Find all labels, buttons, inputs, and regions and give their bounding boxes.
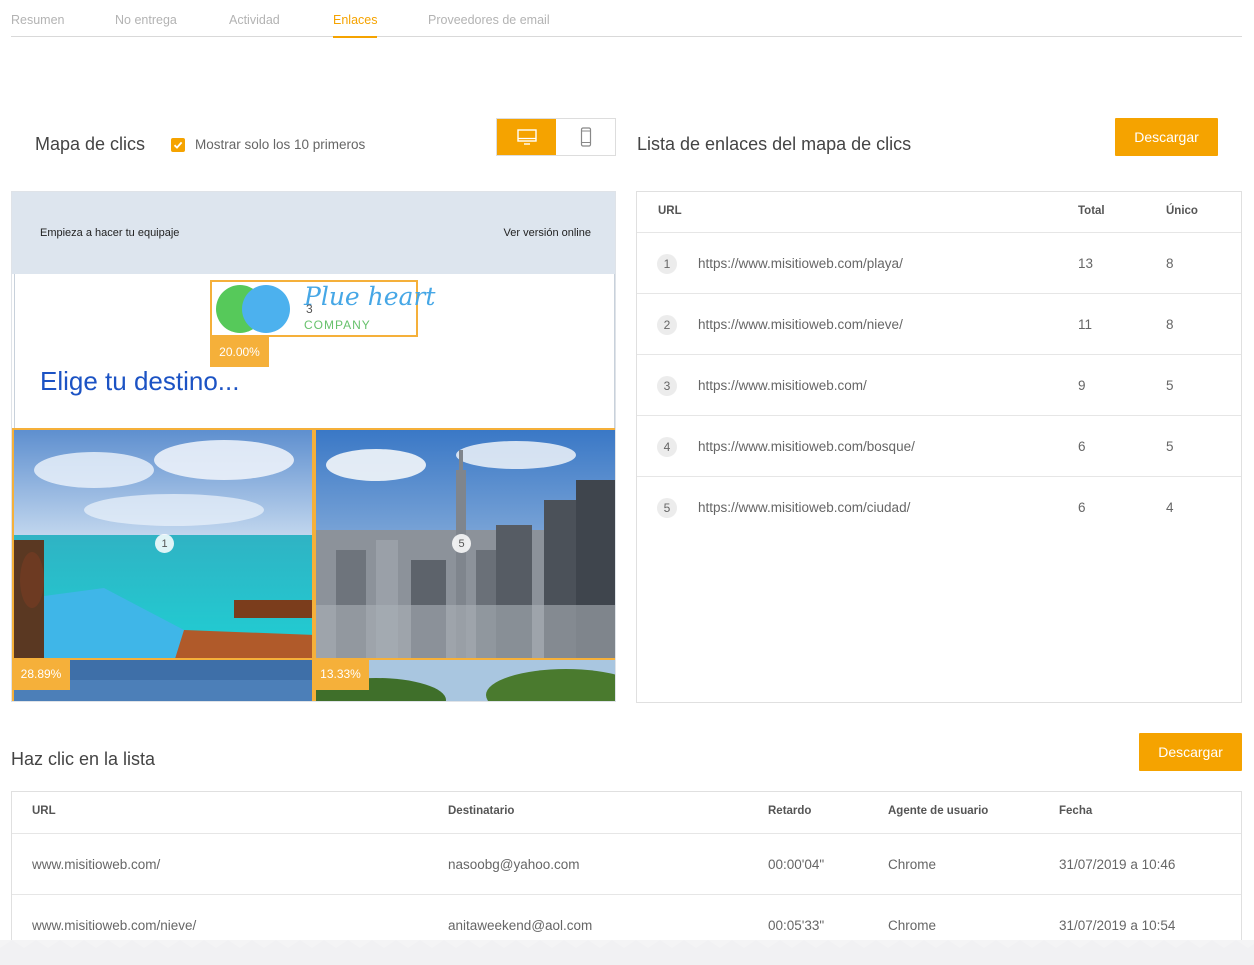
link-list-table: URL Total Único 1 https://www.misitioweb… (636, 191, 1242, 703)
view-online-link[interactable]: Ver versión online (504, 227, 591, 239)
city-link-marker: 5 (452, 534, 471, 553)
table-row[interactable]: www.misitioweb.com/ nasoobg@yahoo.com 00… (12, 833, 1241, 894)
logo-click-zone[interactable]: Plue heart COMPANY 3 (210, 280, 435, 337)
torn-edge-divider (0, 940, 1254, 965)
logo-link-marker: 3 (306, 302, 313, 316)
link-list-title: Lista de enlaces del mapa de clics (637, 134, 912, 154)
device-toggle (496, 118, 616, 156)
beach-image-zone[interactable]: 1 (12, 428, 314, 660)
tab-resumen[interactable]: Resumen (11, 13, 65, 27)
row-user-agent: Chrome (888, 857, 937, 872)
row-unique: 4 (1166, 500, 1174, 515)
col-header-recipient: Destinatario (448, 805, 515, 817)
row-url[interactable]: www.misitioweb.com/ (32, 857, 160, 872)
row-index: 5 (657, 498, 677, 518)
click-list-table: URL Destinatario Retardo Agente de usuar… (11, 791, 1242, 951)
col-header-total: Total (1078, 205, 1105, 217)
row-recipient: nasoobg@yahoo.com (448, 857, 580, 872)
col-header-unique: Único (1166, 205, 1198, 217)
table-row[interactable]: 3 https://www.misitioweb.com/ 9 5 (637, 354, 1241, 415)
row-unique: 5 (1166, 439, 1174, 454)
top10-checkbox-label: Mostrar solo los 10 primeros (195, 137, 366, 152)
click-list-title: Haz clic en la lista (11, 749, 156, 769)
row-date: 31/07/2019 a 10:46 (1059, 857, 1176, 872)
email-headline: Elige tu destino... (40, 366, 240, 396)
tab-enlaces[interactable]: Enlaces (333, 13, 378, 38)
row-total: 6 (1078, 439, 1086, 454)
row-unique: 8 (1166, 317, 1174, 332)
heatmap-preview: Empieza a hacer tu equipaje Ver versión … (11, 191, 616, 702)
row-url[interactable]: https://www.misitioweb.com/playa/ (698, 256, 903, 271)
tab-proveedores-email[interactable]: Proveedores de email (428, 13, 550, 27)
tab-actividad[interactable]: Actividad (229, 13, 280, 27)
col-header-url: URL (32, 805, 56, 817)
row-user-agent: Chrome (888, 918, 937, 933)
logo-company-text: COMPANY (304, 318, 371, 332)
table-row[interactable]: 5 https://www.misitioweb.com/ciudad/ 6 4 (637, 476, 1241, 537)
row-url[interactable]: https://www.misitioweb.com/ciudad/ (698, 500, 910, 515)
desktop-icon (516, 129, 537, 145)
row-date: 31/07/2019 a 10:54 (1059, 918, 1176, 933)
download-clicks-button[interactable]: Descargar (1139, 733, 1242, 771)
row-url[interactable]: https://www.misitioweb.com/ (698, 378, 867, 393)
table-row[interactable]: 1 https://www.misitioweb.com/playa/ 13 8 (637, 232, 1241, 293)
col-header-user-agent: Agente de usuario (888, 805, 989, 817)
row-index: 1 (657, 254, 677, 274)
city-image-zone[interactable]: 5 (314, 428, 615, 660)
row-total: 9 (1078, 378, 1086, 393)
col-header-delay: Retardo (768, 805, 812, 817)
mobile-icon (580, 127, 591, 147)
row-total: 6 (1078, 500, 1086, 515)
logo-brand-text: Plue heart (304, 282, 436, 311)
row-url[interactable]: https://www.misitioweb.com/nieve/ (698, 317, 903, 332)
download-links-button[interactable]: Descargar (1115, 118, 1218, 156)
row-delay: 00:00'04" (768, 857, 825, 872)
col-header-url: URL (658, 205, 682, 217)
top10-checkbox[interactable] (171, 137, 185, 152)
row-unique: 8 (1166, 256, 1174, 271)
row-url[interactable]: https://www.misitioweb.com/bosque/ (698, 439, 915, 454)
tab-no-entrega[interactable]: No entrega (115, 13, 177, 27)
logo-circle-blue (242, 285, 290, 333)
desktop-view-button[interactable] (497, 119, 556, 155)
check-icon (173, 141, 183, 149)
heatmap-title: Mapa de clics (35, 134, 146, 154)
city-click-percent: 13.33% (312, 658, 369, 690)
tab-bar: Resumen No entrega Actividad Enlaces Pro… (11, 0, 1242, 38)
top10-checkbox-row[interactable]: Mostrar solo los 10 primeros (171, 137, 365, 152)
row-unique: 5 (1166, 378, 1174, 393)
beach-click-percent: 28.89% (12, 658, 70, 690)
row-index: 2 (657, 315, 677, 335)
row-url[interactable]: www.misitioweb.com/nieve/ (32, 918, 196, 933)
row-total: 11 (1078, 317, 1093, 332)
mobile-view-button[interactable] (556, 119, 615, 155)
table-row[interactable]: 2 https://www.misitioweb.com/nieve/ 11 8 (637, 293, 1241, 354)
row-index: 3 (657, 376, 677, 396)
row-total: 13 (1078, 256, 1094, 271)
beach-link-marker: 1 (155, 534, 174, 553)
preheader-text: Empieza a hacer tu equipaje (40, 227, 180, 239)
logo-click-percent: 20.00% (210, 337, 269, 367)
row-delay: 00:05'33" (768, 918, 825, 933)
email-preheader: Empieza a hacer tu equipaje Ver versión … (12, 192, 615, 274)
row-index: 4 (657, 437, 677, 457)
row-recipient: anitaweekend@aol.com (448, 918, 593, 933)
col-header-date: Fecha (1059, 805, 1093, 817)
table-row[interactable]: 4 https://www.misitioweb.com/bosque/ 6 5 (637, 415, 1241, 476)
